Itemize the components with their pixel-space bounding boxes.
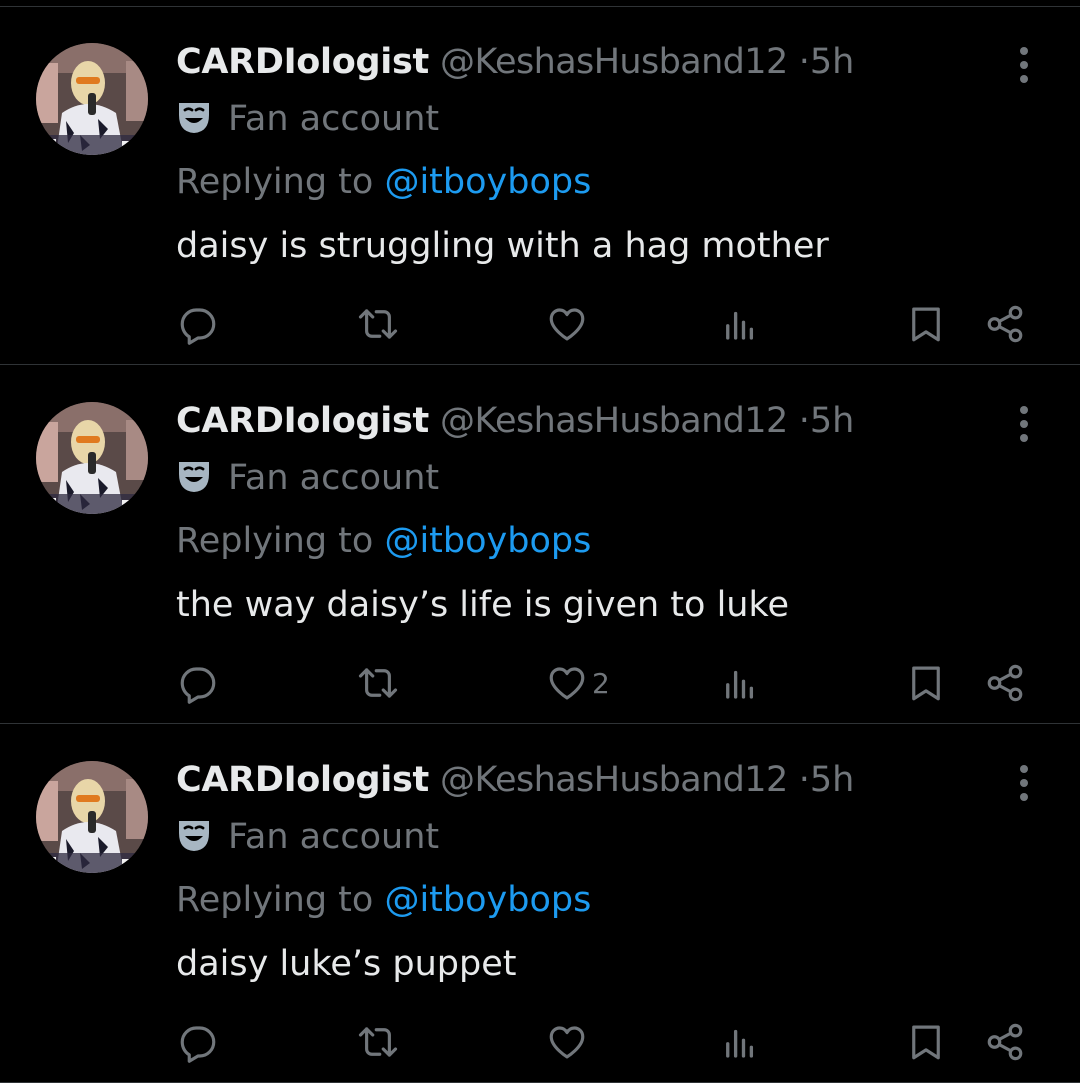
- reply-button[interactable]: [177, 660, 219, 706]
- timestamp[interactable]: 5h: [810, 42, 854, 82]
- replying-to-prefix: Replying to: [176, 880, 385, 920]
- replying-to: Replying to @itboybops: [176, 160, 591, 204]
- like-button[interactable]: [546, 1019, 592, 1065]
- tweet-text: daisy is struggling with a hag mother: [176, 226, 829, 266]
- user-handle[interactable]: @KeshasHusband12: [440, 42, 788, 82]
- timestamp[interactable]: 5h: [810, 760, 854, 800]
- share-icon: [987, 1023, 1023, 1061]
- reply-button[interactable]: [177, 1019, 219, 1065]
- account-label-text: Fan account: [228, 99, 440, 139]
- retweet-button[interactable]: [357, 301, 399, 347]
- replying-to-prefix: Replying to: [176, 162, 385, 202]
- more-dots-icon: [1020, 765, 1028, 801]
- retweet-icon: [358, 309, 398, 339]
- share-icon: [987, 305, 1023, 343]
- theater-mask-icon: [176, 99, 212, 135]
- separator-dot: ·: [798, 760, 810, 800]
- timestamp[interactable]: 5h: [810, 401, 854, 441]
- reply-icon: [180, 1026, 216, 1063]
- tweet[interactable]: CARDIologist @KeshasHusband12 ·5h Fan ac…: [0, 366, 1080, 724]
- tweet-text: daisy luke’s puppet: [176, 944, 517, 984]
- avatar[interactable]: [36, 761, 148, 873]
- tweet-header: CARDIologist @KeshasHusband12 ·5h: [176, 40, 854, 84]
- views-chart-icon: [726, 1029, 754, 1058]
- replying-to-prefix: Replying to: [176, 521, 385, 561]
- retweet-button[interactable]: [357, 660, 399, 706]
- avatar[interactable]: [36, 43, 148, 155]
- tweet[interactable]: CARDIologist @KeshasHusband12 ·5h Fan ac…: [0, 725, 1080, 1083]
- bookmark-icon: [912, 307, 940, 342]
- display-name[interactable]: CARDIologist: [176, 401, 429, 441]
- more-dots-icon: [1020, 406, 1028, 442]
- heart-icon: [549, 1026, 585, 1059]
- share-button[interactable]: [984, 1019, 1026, 1065]
- retweet-button[interactable]: [357, 1019, 399, 1065]
- theater-mask-icon: [176, 458, 212, 494]
- share-icon: [987, 664, 1023, 702]
- theater-mask-icon: [176, 817, 212, 853]
- account-label[interactable]: Fan account: [176, 456, 439, 500]
- more-options-button[interactable]: [1004, 763, 1044, 803]
- like-button[interactable]: 2: [546, 660, 610, 706]
- account-label[interactable]: Fan account: [176, 97, 439, 141]
- user-handle[interactable]: @KeshasHusband12: [440, 760, 788, 800]
- like-button[interactable]: [546, 301, 592, 347]
- bookmark-button[interactable]: [905, 1019, 947, 1065]
- bookmark-button[interactable]: [905, 660, 947, 706]
- separator-dot: ·: [798, 42, 810, 82]
- replying-to: Replying to @itboybops: [176, 878, 591, 922]
- views-button[interactable]: [719, 301, 761, 347]
- account-label-text: Fan account: [228, 817, 440, 857]
- separator-dot: ·: [798, 401, 810, 441]
- tweet-divider: [0, 364, 1080, 365]
- tweet[interactable]: CARDIologist @KeshasHusband12 ·5h Fan ac…: [0, 7, 1080, 365]
- retweet-icon: [358, 1027, 398, 1057]
- reply-icon: [180, 308, 216, 345]
- share-button[interactable]: [984, 301, 1026, 347]
- like-count: 2: [592, 666, 610, 700]
- replying-to: Replying to @itboybops: [176, 519, 591, 563]
- display-name[interactable]: CARDIologist: [176, 760, 429, 800]
- heart-icon: [549, 667, 585, 700]
- tweet-header: CARDIologist @KeshasHusband12 ·5h: [176, 399, 854, 443]
- account-label-text: Fan account: [228, 458, 440, 498]
- bookmark-icon: [912, 1025, 940, 1060]
- views-chart-icon: [726, 670, 754, 699]
- reply-button[interactable]: [177, 301, 219, 347]
- bookmark-icon: [912, 666, 940, 701]
- replying-to-mention[interactable]: @itboybops: [384, 521, 591, 561]
- replying-to-mention[interactable]: @itboybops: [384, 880, 591, 920]
- tweet-divider: [0, 723, 1080, 724]
- views-button[interactable]: [719, 660, 761, 706]
- more-dots-icon: [1020, 47, 1028, 83]
- user-handle[interactable]: @KeshasHusband12: [440, 401, 788, 441]
- display-name[interactable]: CARDIologist: [176, 42, 429, 82]
- reply-icon: [180, 667, 216, 704]
- heart-icon: [549, 308, 585, 341]
- views-button[interactable]: [719, 1019, 761, 1065]
- avatar[interactable]: [36, 402, 148, 514]
- more-options-button[interactable]: [1004, 45, 1044, 85]
- views-chart-icon: [726, 311, 754, 340]
- share-button[interactable]: [984, 660, 1026, 706]
- bookmark-button[interactable]: [905, 301, 947, 347]
- account-label[interactable]: Fan account: [176, 815, 439, 859]
- tweet-text: the way daisy’s life is given to luke: [176, 585, 790, 625]
- tweet-header: CARDIologist @KeshasHusband12 ·5h: [176, 758, 854, 802]
- replying-to-mention[interactable]: @itboybops: [384, 162, 591, 202]
- more-options-button[interactable]: [1004, 404, 1044, 444]
- retweet-icon: [358, 668, 398, 698]
